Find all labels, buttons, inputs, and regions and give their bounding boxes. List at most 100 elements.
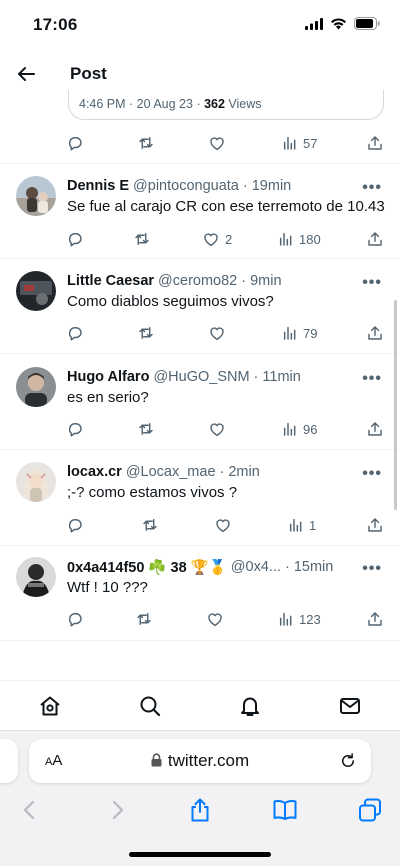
- reply-header: Little Caesar @ceromo82 · 9min: [67, 271, 282, 291]
- author-name[interactable]: 0x4a414f50 ☘️ 38 🏆🥇: [67, 559, 227, 576]
- author-name[interactable]: Dennis E: [67, 178, 129, 194]
- avatar[interactable]: [16, 462, 56, 502]
- post-time: · 11min: [253, 369, 301, 385]
- analytics-icon: [289, 518, 302, 532]
- author-name[interactable]: locax.cr: [67, 464, 122, 480]
- share-sheet-icon[interactable]: [187, 797, 213, 823]
- share-icon: [368, 326, 382, 340]
- like-button[interactable]: 2: [202, 228, 232, 250]
- search-icon[interactable]: [138, 694, 162, 718]
- reply-icon: [68, 613, 82, 627]
- divider: [0, 545, 400, 546]
- avatar[interactable]: [16, 367, 56, 407]
- like-button[interactable]: [206, 608, 229, 630]
- reply-button[interactable]: [66, 322, 84, 344]
- notifications-bell-icon[interactable]: [238, 694, 262, 718]
- back-arrow-icon[interactable]: [14, 62, 38, 86]
- avatar[interactable]: [16, 271, 56, 311]
- tabs-icon[interactable]: [357, 797, 383, 823]
- views-button[interactable]: 57: [282, 132, 317, 154]
- main-tweet-timestamp: 4:46 PM · 20 Aug 23 ·: [79, 97, 205, 111]
- share-icon: [368, 518, 382, 532]
- share-button[interactable]: [366, 228, 384, 250]
- reply-text: Como diablos seguimos vivos?: [67, 293, 274, 310]
- reply-icon: [68, 137, 82, 151]
- author-handle[interactable]: @HuGO_SNM: [153, 369, 249, 385]
- post-time: · 2min: [219, 464, 260, 480]
- scrollbar[interactable]: [394, 300, 397, 510]
- author-handle[interactable]: @pintoconguata: [133, 178, 239, 194]
- messages-icon[interactable]: [338, 694, 362, 718]
- previous-tab-edge[interactable]: [0, 739, 18, 783]
- retweet-button[interactable]: [134, 608, 154, 630]
- views-count: 96: [303, 421, 318, 437]
- reply-button[interactable]: [66, 514, 84, 536]
- main-tweet-meta: 4:46 PM · 20 Aug 23 · 362 Views: [68, 90, 384, 120]
- retweet-button[interactable]: [132, 228, 152, 250]
- share-button[interactable]: [366, 418, 384, 440]
- address-bar[interactable]: AA twitter.com: [29, 739, 371, 783]
- retweet-icon: [139, 137, 153, 149]
- retweet-icon: [135, 233, 149, 245]
- views-button[interactable]: 1: [288, 514, 316, 536]
- reply-button[interactable]: [66, 228, 84, 250]
- more-options-button[interactable]: •••: [362, 465, 382, 483]
- share-button[interactable]: [366, 322, 384, 344]
- back-chevron-icon[interactable]: [17, 797, 43, 823]
- retweet-icon: [139, 327, 153, 339]
- retweet-button[interactable]: [136, 418, 156, 440]
- more-options-button[interactable]: •••: [362, 179, 382, 197]
- status-bar: 17:06: [0, 0, 400, 50]
- views-button[interactable]: 123: [278, 608, 321, 630]
- status-icons: [305, 17, 380, 30]
- forward-chevron-icon[interactable]: [104, 797, 130, 823]
- more-options-button[interactable]: •••: [362, 370, 382, 388]
- share-button[interactable]: [366, 132, 384, 154]
- reload-icon[interactable]: [339, 751, 357, 771]
- page-title: Post: [70, 64, 107, 83]
- author-handle[interactable]: @ceromo82: [158, 273, 237, 289]
- author-handle[interactable]: @0x4...: [231, 559, 281, 575]
- like-button[interactable]: [208, 418, 231, 440]
- post-time: · 15min: [284, 559, 334, 575]
- avatar[interactable]: [16, 176, 56, 216]
- divider: [0, 449, 400, 450]
- retweet-button[interactable]: [136, 322, 156, 344]
- author-name[interactable]: Little Caesar: [67, 273, 154, 289]
- analytics-icon: [283, 326, 296, 340]
- heart-icon: [204, 233, 218, 247]
- more-options-button[interactable]: •••: [362, 560, 382, 578]
- share-button[interactable]: [366, 608, 384, 630]
- home-indicator: [129, 852, 271, 857]
- reply-button[interactable]: [66, 608, 84, 630]
- url-display[interactable]: twitter.com: [29, 751, 371, 771]
- home-icon[interactable]: [38, 694, 62, 718]
- reply-text: Wtf ! 10 ???: [67, 579, 148, 596]
- author-name[interactable]: Hugo Alfaro: [67, 369, 149, 385]
- bookmarks-book-icon[interactable]: [272, 797, 298, 823]
- retweet-button[interactable]: [136, 132, 156, 154]
- status-time: 17:06: [33, 15, 78, 34]
- main-tweet-views-count[interactable]: 362: [204, 97, 225, 111]
- views-count: 57: [303, 135, 318, 151]
- share-button[interactable]: [366, 514, 384, 536]
- share-icon: [368, 422, 382, 436]
- divider: [0, 353, 400, 354]
- like-button[interactable]: [208, 322, 231, 344]
- author-handle[interactable]: @Locax_mae: [126, 464, 216, 480]
- like-button[interactable]: [208, 132, 226, 154]
- avatar[interactable]: [16, 557, 56, 597]
- url-text: twitter.com: [167, 751, 250, 770]
- views-count: 123: [299, 611, 321, 627]
- heart-icon: [210, 137, 224, 151]
- views-button[interactable]: 79: [282, 322, 317, 344]
- like-button[interactable]: [214, 514, 237, 536]
- views-button[interactable]: 180: [278, 228, 321, 250]
- analytics-icon: [283, 136, 296, 150]
- views-count: 180: [299, 231, 321, 247]
- retweet-button[interactable]: [140, 514, 160, 536]
- views-button[interactable]: 96: [282, 418, 317, 440]
- more-options-button[interactable]: •••: [362, 274, 382, 292]
- reply-button[interactable]: [66, 418, 84, 440]
- reply-button[interactable]: [66, 132, 84, 154]
